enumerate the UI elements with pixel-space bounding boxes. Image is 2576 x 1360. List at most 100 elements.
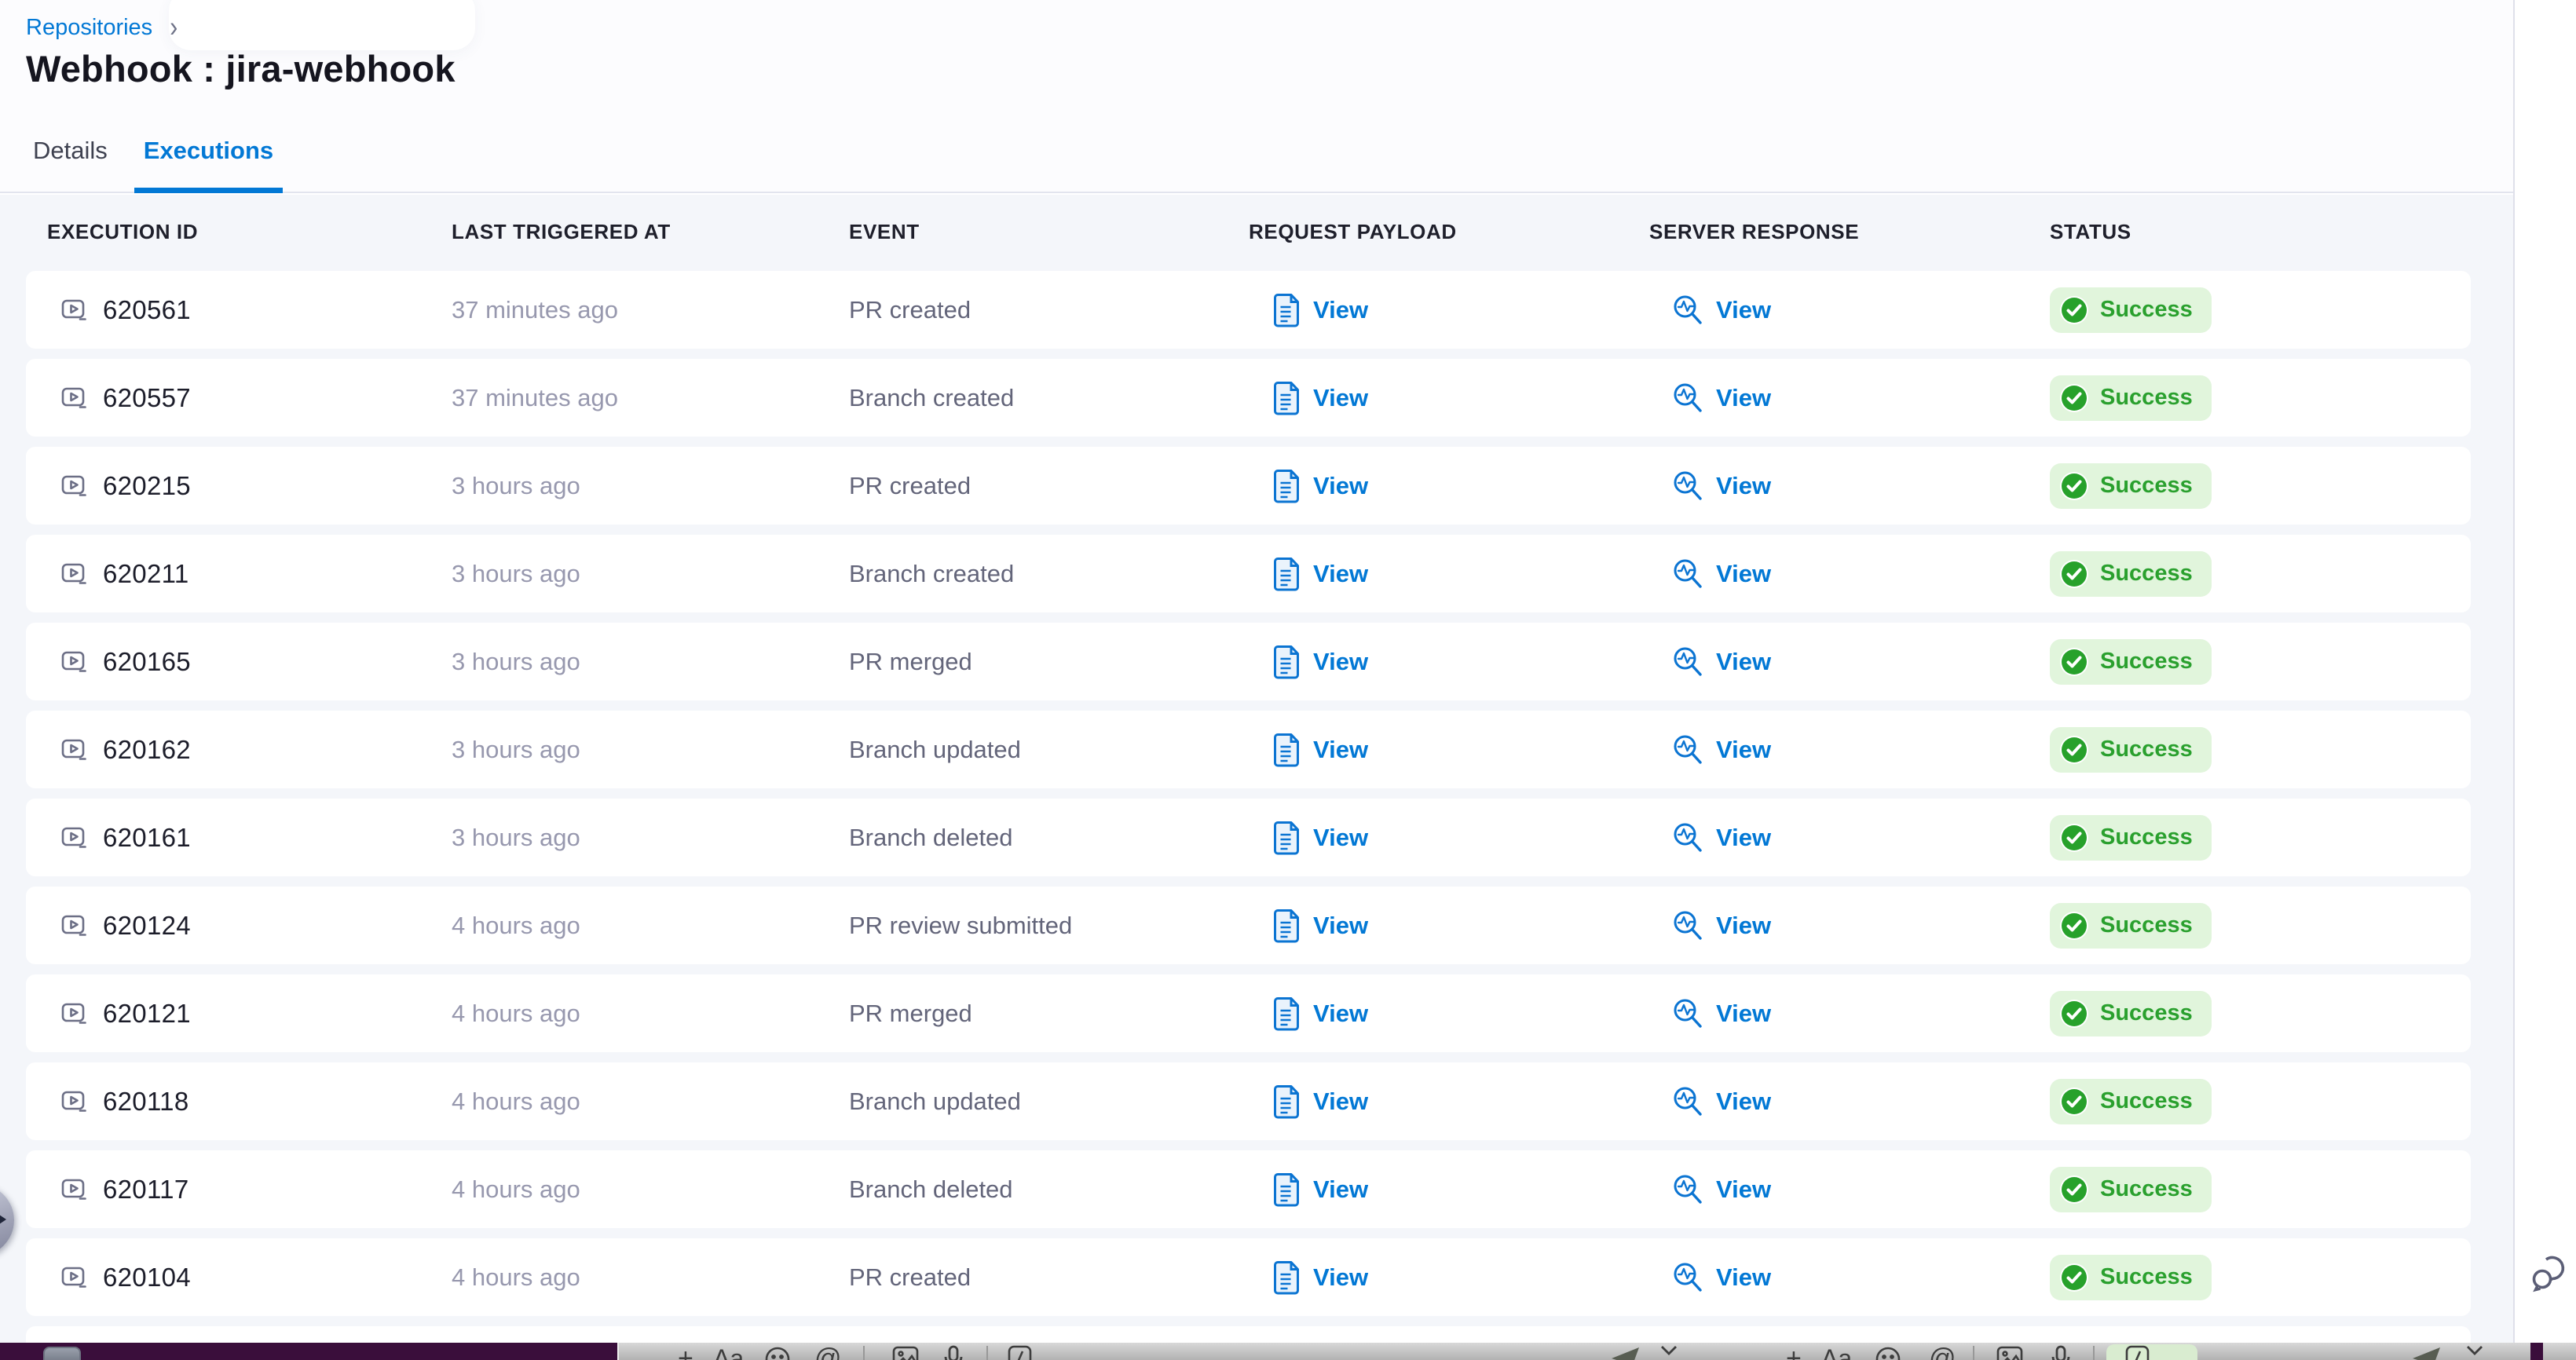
play-square-icon — [60, 648, 89, 676]
server-response-view-link[interactable]: View — [1716, 736, 1771, 764]
play-square-icon — [60, 384, 89, 412]
request-payload-cell: View — [1249, 821, 1649, 855]
table-row[interactable]: 620124 4 hours ago PR review submitted V… — [26, 887, 2471, 964]
execution-id-cell: 620121 — [47, 999, 452, 1029]
server-response-view-link[interactable]: View — [1716, 912, 1771, 940]
image-icon[interactable] — [892, 1345, 920, 1360]
breadcrumb-repositories-link[interactable]: Repositories — [26, 15, 152, 41]
table-row[interactable]: 620118 4 hours ago Branch updated View V… — [26, 1062, 2471, 1140]
table-row[interactable]: 620557 37 minutes ago Branch created Vie… — [26, 359, 2471, 437]
status-cell: Success — [2050, 815, 2471, 861]
server-response-view-link[interactable]: View — [1716, 472, 1771, 500]
table-row[interactable]: 620561 37 minutes ago PR created View Vi… — [26, 271, 2471, 349]
request-payload-view-link[interactable]: View — [1313, 1000, 1368, 1028]
tab-executions[interactable]: Executions — [134, 132, 283, 193]
table-row[interactable]: 620162 3 hours ago Branch updated View V… — [26, 711, 2471, 788]
mention-icon[interactable]: @ — [814, 1345, 842, 1360]
chat-bubbles-icon[interactable] — [2530, 1251, 2568, 1295]
mic-icon[interactable] — [2050, 1345, 2072, 1360]
table-row[interactable]: 620165 3 hours ago PR merged View View — [26, 623, 2471, 700]
execution-id: 620117 — [103, 1175, 188, 1205]
play-square-icon — [60, 1000, 89, 1028]
request-payload-view-link[interactable]: View — [1313, 1263, 1368, 1292]
send-icon[interactable] — [1610, 1345, 1641, 1360]
status-cell: Success — [2050, 903, 2471, 949]
request-payload-view-link[interactable]: View — [1313, 1175, 1368, 1204]
tab-details[interactable]: Details — [33, 132, 108, 193]
event-name: Branch deleted — [849, 824, 1249, 852]
tab-bar: Details Executions — [33, 132, 273, 193]
table-row[interactable]: 620215 3 hours ago PR created View View — [26, 447, 2471, 525]
server-response-view-link[interactable]: View — [1716, 1088, 1771, 1116]
server-response-view-link[interactable]: View — [1716, 824, 1771, 852]
table-rows: 620561 37 minutes ago PR created View Vi… — [26, 271, 2471, 1326]
table-row[interactable]: 620117 4 hours ago Branch deleted View V… — [26, 1150, 2471, 1228]
code-block-icon[interactable] — [1008, 1345, 1033, 1360]
status-text: Success — [2100, 1264, 2193, 1290]
request-payload-view-link[interactable]: View — [1313, 472, 1368, 500]
table-row[interactable]: 620121 4 hours ago PR merged View View — [26, 974, 2471, 1052]
document-icon — [1272, 645, 1301, 679]
status-cell: Success — [2050, 463, 2471, 509]
send-icon[interactable] — [2411, 1345, 2442, 1360]
server-response-view-link[interactable]: View — [1716, 296, 1771, 324]
last-triggered-at: 4 hours ago — [452, 1175, 849, 1204]
server-response-view-link[interactable]: View — [1716, 384, 1771, 412]
col-server-response: SERVER RESPONSE — [1649, 220, 2050, 244]
last-triggered-at: 3 hours ago — [452, 560, 849, 588]
execution-id-cell: 620165 — [47, 647, 452, 677]
check-circle-icon — [2058, 646, 2090, 678]
text-format-icon[interactable]: Aa — [1821, 1345, 1852, 1360]
request-payload-view-link[interactable]: View — [1313, 912, 1368, 940]
executions-table: EXECUTION ID LAST TRIGGERED AT EVENT REQ… — [0, 195, 2513, 1360]
right-rail — [2513, 0, 2576, 1360]
request-payload-view-link[interactable]: View — [1313, 736, 1368, 764]
last-triggered-at: 4 hours ago — [452, 1000, 849, 1028]
chevron-down-icon[interactable] — [1660, 1345, 1678, 1356]
toolbar-divider — [2093, 1346, 2095, 1360]
table-row[interactable]: 620211 3 hours ago Branch created View V… — [26, 535, 2471, 612]
mention-icon[interactable]: @ — [1929, 1345, 1956, 1360]
execution-id-cell: 620161 — [47, 823, 452, 853]
request-payload-view-link[interactable]: View — [1313, 648, 1368, 676]
request-payload-view-link[interactable]: View — [1313, 1088, 1368, 1116]
table-row[interactable]: 620161 3 hours ago Branch deleted View V… — [26, 799, 2471, 876]
emoji-icon[interactable] — [1874, 1345, 1902, 1360]
code-block-icon[interactable] — [2125, 1345, 2150, 1360]
request-payload-view-link[interactable]: View — [1313, 296, 1368, 324]
status-badge: Success — [2050, 727, 2212, 773]
request-payload-cell: View — [1249, 733, 1649, 767]
text-format-icon[interactable]: Aa — [713, 1345, 744, 1360]
document-icon — [1272, 293, 1301, 327]
breadcrumb: Repositories › — [26, 14, 177, 41]
table-row[interactable]: 620104 4 hours ago PR created View View — [26, 1238, 2471, 1316]
mic-icon[interactable] — [942, 1345, 964, 1360]
status-badge: Success — [2050, 903, 2212, 949]
status-text: Success — [2100, 1176, 2193, 1202]
last-triggered-at: 3 hours ago — [452, 824, 849, 852]
check-circle-icon — [2058, 1174, 2090, 1205]
server-response-view-link[interactable]: View — [1716, 560, 1771, 588]
chevron-down-icon[interactable] — [2466, 1345, 2483, 1356]
server-response-cell: View — [1649, 909, 2050, 942]
server-response-view-link[interactable]: View — [1716, 1263, 1771, 1292]
plus-icon[interactable]: + — [678, 1345, 693, 1360]
emoji-icon[interactable] — [763, 1345, 792, 1360]
image-icon[interactable] — [1996, 1345, 2025, 1360]
server-response-cell: View — [1649, 470, 2050, 503]
request-payload-view-link[interactable]: View — [1313, 384, 1368, 412]
play-square-icon — [60, 296, 89, 324]
request-payload-view-link[interactable]: View — [1313, 824, 1368, 852]
document-icon — [1272, 469, 1301, 503]
server-response-view-link[interactable]: View — [1716, 648, 1771, 676]
execution-id: 620215 — [103, 471, 191, 501]
status-cell: Success — [2050, 375, 2471, 421]
request-payload-view-link[interactable]: View — [1313, 560, 1368, 588]
server-response-view-link[interactable]: View — [1716, 1175, 1771, 1204]
execution-id: 620165 — [103, 647, 191, 677]
table-header-row: EXECUTION ID LAST TRIGGERED AT EVENT REQ… — [47, 220, 2471, 244]
play-square-icon — [60, 912, 89, 940]
plus-icon[interactable]: + — [1786, 1345, 1802, 1360]
server-response-view-link[interactable]: View — [1716, 1000, 1771, 1028]
inspect-pulse-icon — [1671, 1085, 1704, 1118]
